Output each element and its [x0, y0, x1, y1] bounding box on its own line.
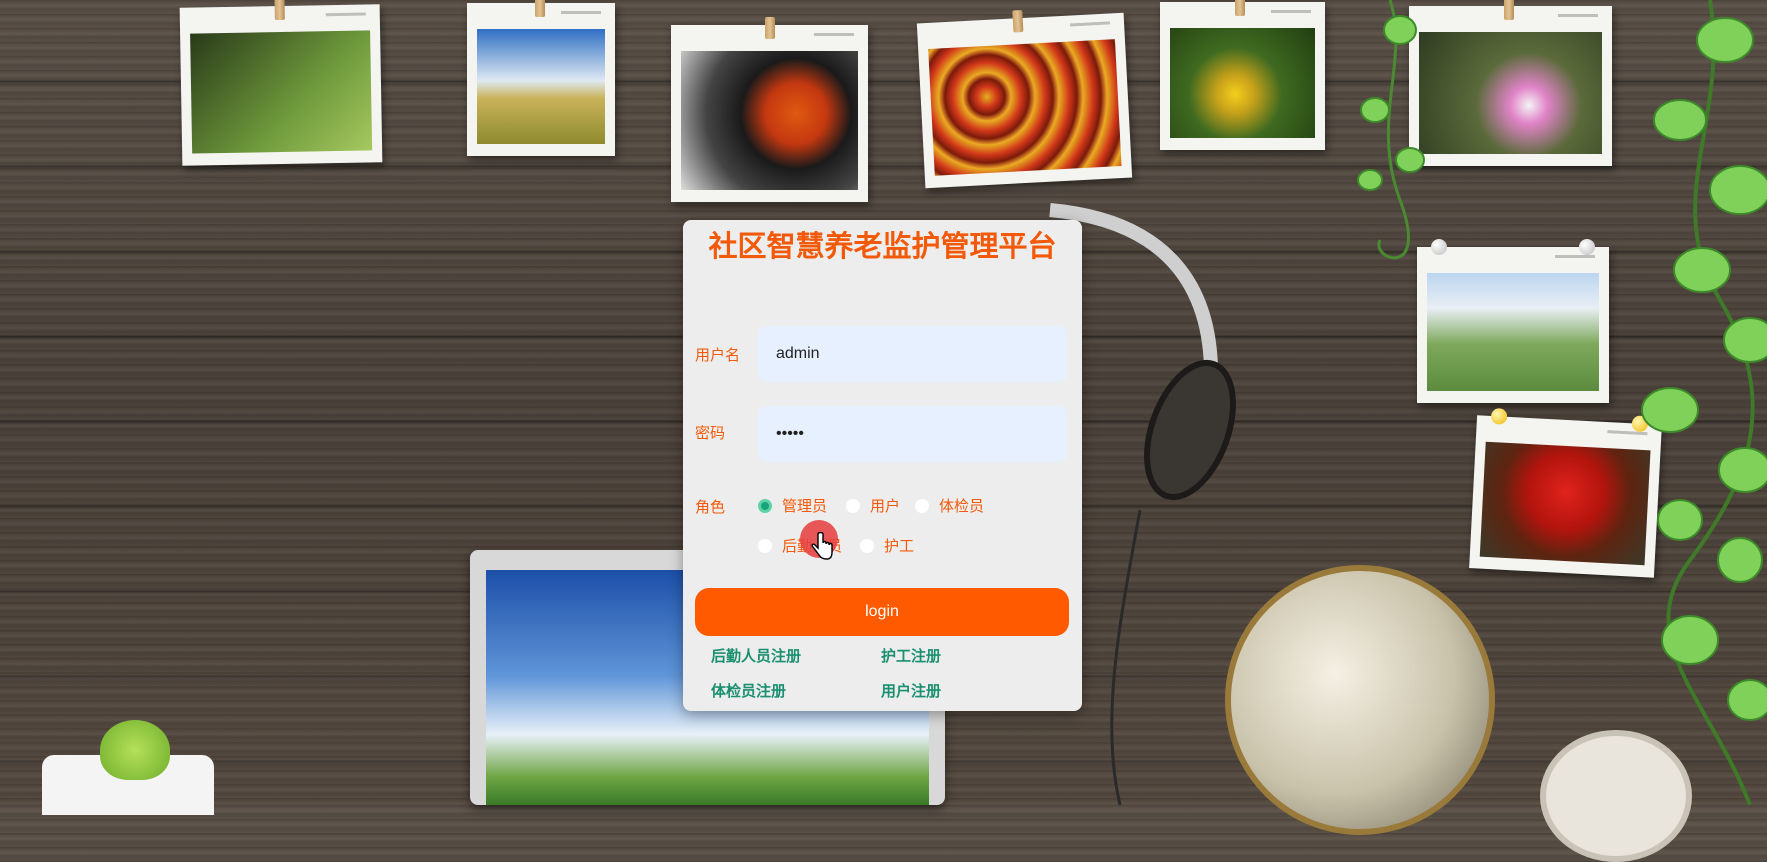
- username-label: 用户名: [695, 346, 741, 364]
- radio-selected-icon: [758, 498, 772, 513]
- role-radio-caregiver[interactable]: 护工: [860, 535, 914, 556]
- page-title: 社区智慧养老监护管理平台: [708, 229, 1057, 263]
- login-button[interactable]: login: [695, 588, 1069, 636]
- role-option-label: 用户: [870, 497, 901, 515]
- radio-icon: [758, 538, 772, 553]
- clock-decoration: [1540, 730, 1692, 862]
- radio-icon: [915, 498, 929, 513]
- register-examiner-link[interactable]: 体检员注册: [711, 680, 786, 701]
- role-option-label: 管理员: [782, 497, 828, 515]
- register-logistics-link[interactable]: 后勤人员注册: [711, 645, 801, 666]
- globe-decoration: [1225, 565, 1495, 835]
- photo-autumn-leaves: [916, 9, 1133, 189]
- radio-icon: [846, 498, 860, 513]
- photo-field: [467, 0, 615, 156]
- photo-leaf: [671, 17, 868, 202]
- role-label: 角色: [695, 498, 726, 516]
- password-input[interactable]: [758, 406, 1068, 462]
- photo-glasses: [179, 0, 383, 166]
- register-caregiver-link[interactable]: 护工注册: [881, 645, 941, 666]
- radio-icon: [860, 538, 874, 553]
- password-label: 密码: [695, 424, 726, 442]
- username-input[interactable]: [758, 326, 1068, 382]
- role-option-label: 护工: [884, 537, 915, 555]
- role-radio-examiner[interactable]: 体检员: [915, 495, 984, 516]
- role-option-label: 体检员: [939, 497, 985, 515]
- register-user-link[interactable]: 用户注册: [881, 680, 941, 701]
- plant-leaves: [100, 720, 170, 780]
- login-card: 社区智慧养老监护管理平台 用户名 密码 角色 管理员 用户 体检员 后勤人员 护…: [683, 220, 1082, 711]
- role-radio-user[interactable]: 用户: [846, 495, 900, 516]
- role-radio-admin[interactable]: 管理员: [758, 495, 827, 516]
- hand-pointer-icon: [811, 532, 833, 560]
- photo-butterfly: [1160, 0, 1325, 150]
